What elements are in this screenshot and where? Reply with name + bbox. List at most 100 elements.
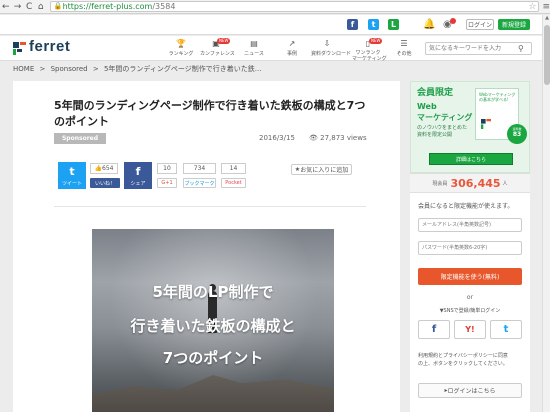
breadcrumb-separator: > [39,65,46,73]
hero-image: 5年間のLP制作で 行き着いた鉄板の構成と 7つのポイント [92,229,334,412]
nav-one-rank-marketing[interactable]: ▯ NEW ワンランク マーケティング [352,38,387,62]
nav-label: ランキング [168,51,194,57]
gplus-count: 10 [157,163,177,174]
nav-downloads[interactable]: ⇩ 資料ダウンロード [311,39,351,59]
nav-news[interactable]: ▤ ニュース [238,39,270,59]
nav-label: ニュース [244,51,264,57]
policy-text-2: の上、ボタンをクリックしてください。 [418,361,508,367]
hero-line-1: 5年間のLP制作で [152,283,274,301]
favorite-button[interactable]: ★ お気に入りに追加 [291,164,352,175]
article-views: 👁 27,873 views [309,134,367,142]
login-link-button[interactable]: ▸ ログインはこちら [418,383,522,398]
tweet-button[interactable]: t ツイート [58,162,86,189]
banner-details-button[interactable]: 詳細はこちら [429,153,513,165]
banner-title-web: Web [417,102,437,111]
nav-label: ワンランク マーケティング [352,50,387,62]
search-input[interactable] [426,43,516,54]
nav-ranking[interactable]: 🏆 ランキング [165,39,197,59]
or-separator: or [466,294,474,301]
twitter-icon: t [503,324,509,335]
bell-icon[interactable]: 🔔 [423,19,435,30]
sponsored-tag[interactable]: Sponsored [54,133,106,144]
gplus-button[interactable]: G+1 [157,178,177,188]
hatena-count: 734 [183,163,216,174]
scroll-up-icon[interactable]: ▲ [544,15,550,23]
banner-heading: 会員限定 [417,88,454,98]
tweet-label: ツイート [61,181,82,187]
newspaper-icon: ▤ [250,39,258,48]
browser-toolbar: ← → C ⌂ 🔒 https://ferret-plus.com/3584 ☆… [0,0,550,14]
bookmark-star-icon[interactable]: ☆ [528,2,536,12]
like-count: 👍 654 [90,163,118,174]
member-count: 現会員 306,445 人 [410,174,530,193]
banner-subtitle-2: 資料を限定公開 [417,132,453,138]
download-icon: ⇩ [323,39,331,48]
yahoo-icon: Y! [465,325,475,334]
url-text[interactable]: https://ferret-plus.com/3584 [63,2,176,11]
badge-number: 83 [512,131,522,138]
facebook-icon: f [135,165,141,178]
facebook-login-button[interactable]: f [418,320,450,339]
login-button[interactable]: ログイン [466,19,494,30]
facebook-share-label: シェア [130,181,146,187]
pocket-button[interactable]: Pocket [221,178,246,188]
new-badge: NEW [369,38,383,44]
site-header: ferret 🏆 ランキング ▣ NEW カンファレンス ▤ ニュース ↗ 事例… [0,36,542,62]
facebook-like-button[interactable]: いいね！ [90,178,120,188]
banner-subtitle-1: のノウハウをまとめた [417,125,468,131]
site-logo-text[interactable]: ferret [29,38,70,55]
article-date: 2016/3/15 [259,134,295,142]
breadcrumb-home[interactable]: HOME [13,65,34,73]
article-title: 5年間のランディングページ制作で行き着いた鉄板の構成と7つのポイント [54,99,366,128]
register-button[interactable]: 新規登録 [498,19,530,30]
nav-cases[interactable]: ↗ 事例 [276,39,308,59]
line-icon[interactable]: L [388,19,399,30]
facebook-share-button[interactable]: f シェア [124,162,152,189]
yahoo-login-button[interactable]: Y! [454,320,486,339]
page-scrollbar[interactable]: ▲ [542,15,550,412]
facebook-icon[interactable]: f [347,19,358,30]
address-bar[interactable]: 🔒 https://ferret-plus.com/3584 ☆ [49,1,540,12]
member-banner[interactable]: 会員限定 Web マーケティング のノウハウをまとめた 資料を限定公開 Webマ… [410,81,530,173]
twitter-login-button[interactable]: t [490,320,522,339]
facebook-icon: f [431,324,437,335]
forward-icon[interactable]: → [12,1,24,13]
hero-line-3: 7つのポイント [162,349,264,367]
like-count-value: 654 [102,165,114,172]
menu-icon: ☰ [400,39,408,48]
reload-icon[interactable]: C [23,1,35,13]
hatena-bookmark-button[interactable]: ブックマーク [183,178,216,188]
thumbs-up-icon: 👍 [94,165,103,172]
lock-icon: 🔒 [53,2,63,10]
ferret-logo-icon[interactable] [13,42,26,55]
utility-bar: f t L 🔔 ◉ ログイン 新規登録 [0,15,542,35]
back-icon[interactable]: ← [0,1,12,13]
nav-more[interactable]: ☰ その他 [388,39,420,59]
twitter-icon[interactable]: t [368,19,379,30]
nav-label: その他 [396,51,412,57]
pocket-count: 14 [221,163,246,174]
home-icon[interactable]: ⌂ [35,1,47,13]
email-field[interactable] [418,218,522,232]
breadcrumb-current: 5年間のランディングページ制作で行き着いた鉄... [103,65,262,73]
document-count-badge: 資料数 83 [507,124,527,144]
chart-icon: ↗ [288,39,296,48]
article-card: 5年間のランディングページ制作で行き着いた鉄板の構成と7つのポイント Spons… [13,81,400,412]
register-submit-button[interactable]: 限定機能を使う(無料) [418,268,522,285]
browser-menu-icon[interactable]: ≡ [542,2,550,12]
login-link-label: ログインはこちら [447,388,496,395]
url-host: https://ferret-plus.com [62,2,153,11]
search-box: ⚲ [425,42,532,55]
member-count-value: 306,445 [450,176,501,190]
views-count: 27,873 views [320,134,367,142]
banner-title-marketing: マーケティング [417,113,473,122]
password-field[interactable] [418,241,522,255]
nav-conference[interactable]: ▣ NEW カンファレンス [200,38,235,59]
policy-text-1: 利用規約とプライバシーポリシーに同意 [418,353,508,359]
scroll-thumb[interactable] [544,25,550,85]
nav-label: 事例 [286,51,297,57]
search-icon[interactable]: ⚲ [518,44,524,53]
trophy-icon: 🏆 [176,39,186,48]
breadcrumb: HOME > Sponsored > 5年間のランディングページ制作で行き着いた… [13,64,264,74]
breadcrumb-category[interactable]: Sponsored [51,65,88,73]
